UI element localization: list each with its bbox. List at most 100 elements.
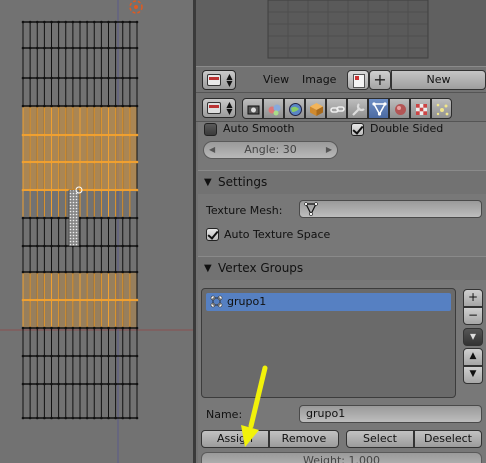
vertex xyxy=(121,244,125,248)
vertex xyxy=(50,382,53,386)
weight-slider[interactable]: Weight: 1.000 xyxy=(201,452,482,463)
auto-smooth-label: Auto Smooth xyxy=(223,122,295,135)
vertex xyxy=(107,354,110,358)
vertex xyxy=(43,46,46,50)
tab-constraints[interactable] xyxy=(326,98,347,119)
vertex-group-list[interactable]: grupo1 xyxy=(201,288,456,398)
add-vertex-group-button[interactable]: + xyxy=(463,289,483,307)
updown-arrows-icon: ▲ ▼ xyxy=(226,72,233,88)
3d-viewport[interactable] xyxy=(0,0,193,463)
vertex xyxy=(57,160,60,164)
vertex xyxy=(107,46,110,50)
vertex xyxy=(100,382,103,386)
vertex xyxy=(43,160,46,164)
vertex xyxy=(92,76,96,80)
vertex xyxy=(78,416,82,420)
vertex xyxy=(35,354,39,358)
deselect-button[interactable]: Deselect xyxy=(414,430,482,448)
menu-image[interactable]: Image xyxy=(302,73,336,86)
vertex xyxy=(71,298,75,302)
vertex-groups-header[interactable]: ▼ Vertex Groups xyxy=(198,256,486,280)
vertex xyxy=(57,76,60,80)
vertex xyxy=(43,270,46,274)
vertex xyxy=(64,416,68,420)
tab-world[interactable] xyxy=(284,98,305,119)
add-icon[interactable]: + xyxy=(369,70,391,90)
vertex xyxy=(64,382,68,386)
settings-header[interactable]: ▼ Settings xyxy=(198,170,486,194)
vertex xyxy=(85,104,89,108)
vertex xyxy=(57,133,60,137)
auto-smooth-checkbox[interactable] xyxy=(204,123,217,136)
double-sided-checkbox[interactable] xyxy=(351,123,364,136)
vertex xyxy=(35,298,39,302)
vertex-group-name-field[interactable]: grupo1 xyxy=(299,405,482,423)
vertex xyxy=(85,160,89,164)
texture-mesh-field[interactable] xyxy=(299,200,482,218)
angle-slider[interactable]: ◀ Angle: 30 ▶ xyxy=(203,141,338,159)
vertex xyxy=(121,20,125,24)
tab-scene[interactable] xyxy=(263,98,284,119)
editor-type-button[interactable]: ▲ ▼ xyxy=(202,70,236,90)
vertex xyxy=(64,160,68,164)
vertex xyxy=(28,216,32,220)
menu-view[interactable]: View xyxy=(263,73,289,86)
move-up-button[interactable]: ▲ xyxy=(463,348,483,366)
vertex xyxy=(85,270,89,274)
tab-modifiers[interactable] xyxy=(347,98,368,119)
properties-editor-type-button[interactable]: ▲ ▼ xyxy=(202,98,236,118)
list-item[interactable]: grupo1 xyxy=(206,293,451,311)
vertex xyxy=(100,216,103,220)
vertex xyxy=(35,244,39,248)
remove-vertex-group-button[interactable]: − xyxy=(463,307,483,325)
assign-button[interactable]: Assign xyxy=(201,430,269,448)
decrement-arrow-icon[interactable]: ◀ xyxy=(209,142,215,158)
auto-texture-space-label: Auto Texture Space xyxy=(224,228,331,241)
vertex xyxy=(35,46,39,50)
vertex xyxy=(114,46,117,50)
vertex xyxy=(121,216,125,220)
remove-button[interactable]: Remove xyxy=(269,430,339,448)
vertex xyxy=(114,298,117,302)
vertex xyxy=(107,244,110,248)
vertex xyxy=(71,354,75,358)
auto-texture-space-checkbox[interactable] xyxy=(206,228,219,241)
vertex xyxy=(57,216,60,220)
vertex xyxy=(78,160,82,164)
tab-texture[interactable] xyxy=(410,98,431,119)
vertex xyxy=(50,244,53,248)
vertex xyxy=(21,354,25,358)
vertex xyxy=(100,133,103,137)
increment-arrow-icon[interactable]: ▶ xyxy=(326,142,332,158)
vertex xyxy=(128,216,132,220)
new-image-button[interactable]: New xyxy=(391,70,486,90)
vertex xyxy=(28,133,32,137)
move-down-button[interactable]: ▼ xyxy=(463,366,483,384)
vertex xyxy=(92,326,96,330)
tab-material[interactable] xyxy=(389,98,410,119)
vertex xyxy=(85,244,89,248)
vertex xyxy=(85,188,89,192)
browse-image-button[interactable] xyxy=(347,70,369,90)
vertex xyxy=(107,76,110,80)
vertex xyxy=(28,416,32,420)
tab-render[interactable] xyxy=(242,98,263,119)
vertex xyxy=(92,188,96,192)
uv-image-editor[interactable] xyxy=(196,0,486,66)
vertex xyxy=(50,160,53,164)
vertex xyxy=(100,270,103,274)
vertex xyxy=(21,298,25,302)
vertex xyxy=(35,160,39,164)
vertex xyxy=(121,382,125,386)
vertex xyxy=(64,244,68,248)
tab-mesh-data[interactable] xyxy=(368,98,389,119)
vertex xyxy=(121,104,125,108)
vertex xyxy=(21,188,25,192)
specials-menu-button[interactable]: ▾ xyxy=(463,328,483,346)
select-button[interactable]: Select xyxy=(346,430,414,448)
vertex xyxy=(135,20,139,24)
tab-particles[interactable] xyxy=(431,98,452,119)
cylinder-mesh-wireframe[interactable] xyxy=(0,0,193,463)
tab-object[interactable] xyxy=(305,98,326,119)
vertex xyxy=(64,188,68,192)
